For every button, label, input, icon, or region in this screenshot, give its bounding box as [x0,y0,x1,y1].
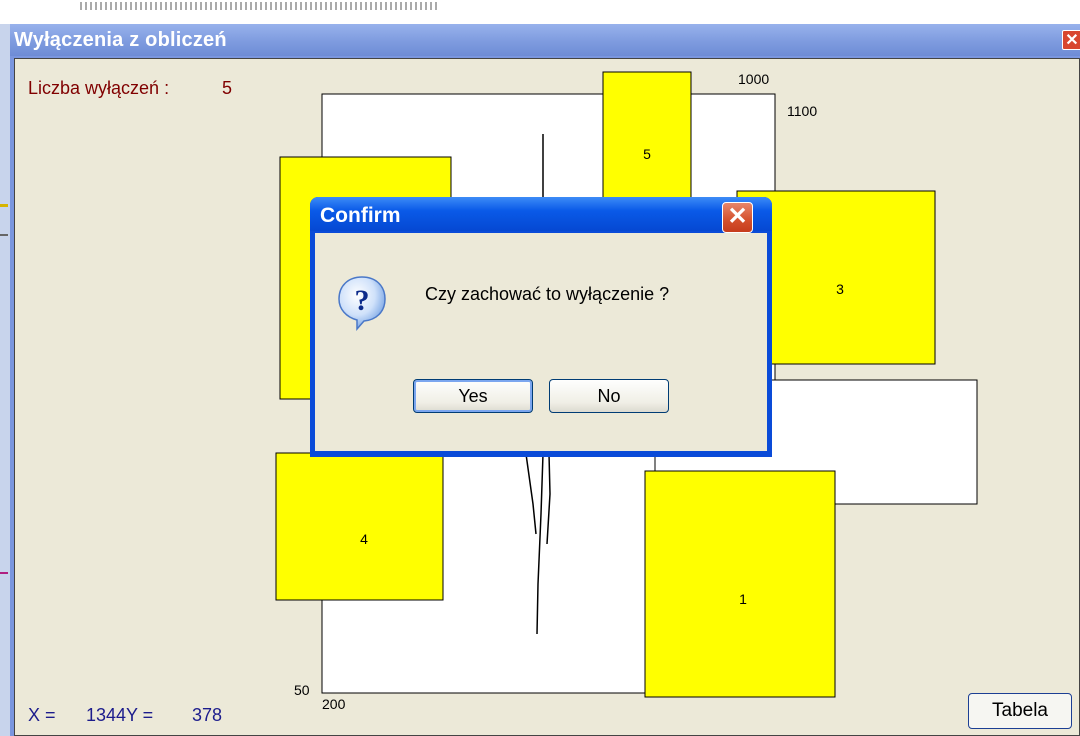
exclusion-rect-1 [644,470,836,698]
background-dotted-text [80,2,440,10]
no-button[interactable]: No [549,379,669,413]
axis-label-50: 50 [294,682,310,698]
background-window-edge [0,24,10,736]
exclusion-label-5: 5 [643,146,651,162]
coord-x-value: 1344 [86,705,126,725]
yes-button[interactable]: Yes [413,379,533,413]
axis-label-200: 200 [322,696,346,712]
dialog-title-bar[interactable]: Confirm ✕ [310,197,772,233]
count-value: 5 [222,78,232,98]
count-label: Liczba wyłączeń : [28,78,169,98]
dialog-close-button[interactable]: ✕ [722,202,753,233]
question-icon: ? [338,276,386,331]
tabela-button[interactable]: Tabela [968,693,1072,729]
exclusion-label-3: 3 [836,281,844,297]
axis-label-1000: 1000 [738,71,769,87]
svg-text:?: ? [355,284,370,317]
coord-x-label: X = [28,705,56,725]
axis-label-1100: 1100 [787,103,817,119]
exclusion-label-1: 1 [739,591,747,607]
confirm-dialog: Confirm ✕ ? Czy zachować to wyłączenie ?… [310,197,772,457]
dialog-body: ? Czy zachować to wyłączenie ? Yes No [315,233,767,451]
coord-y-label: Y = [126,705,153,725]
coord-y-value: 378 [192,705,222,725]
exclusion-rect-4 [275,452,444,601]
exclusion-label-4: 4 [360,531,368,547]
dialog-message: Czy zachować to wyłączenie ? [425,284,670,304]
dialog-title: Confirm [320,204,401,227]
